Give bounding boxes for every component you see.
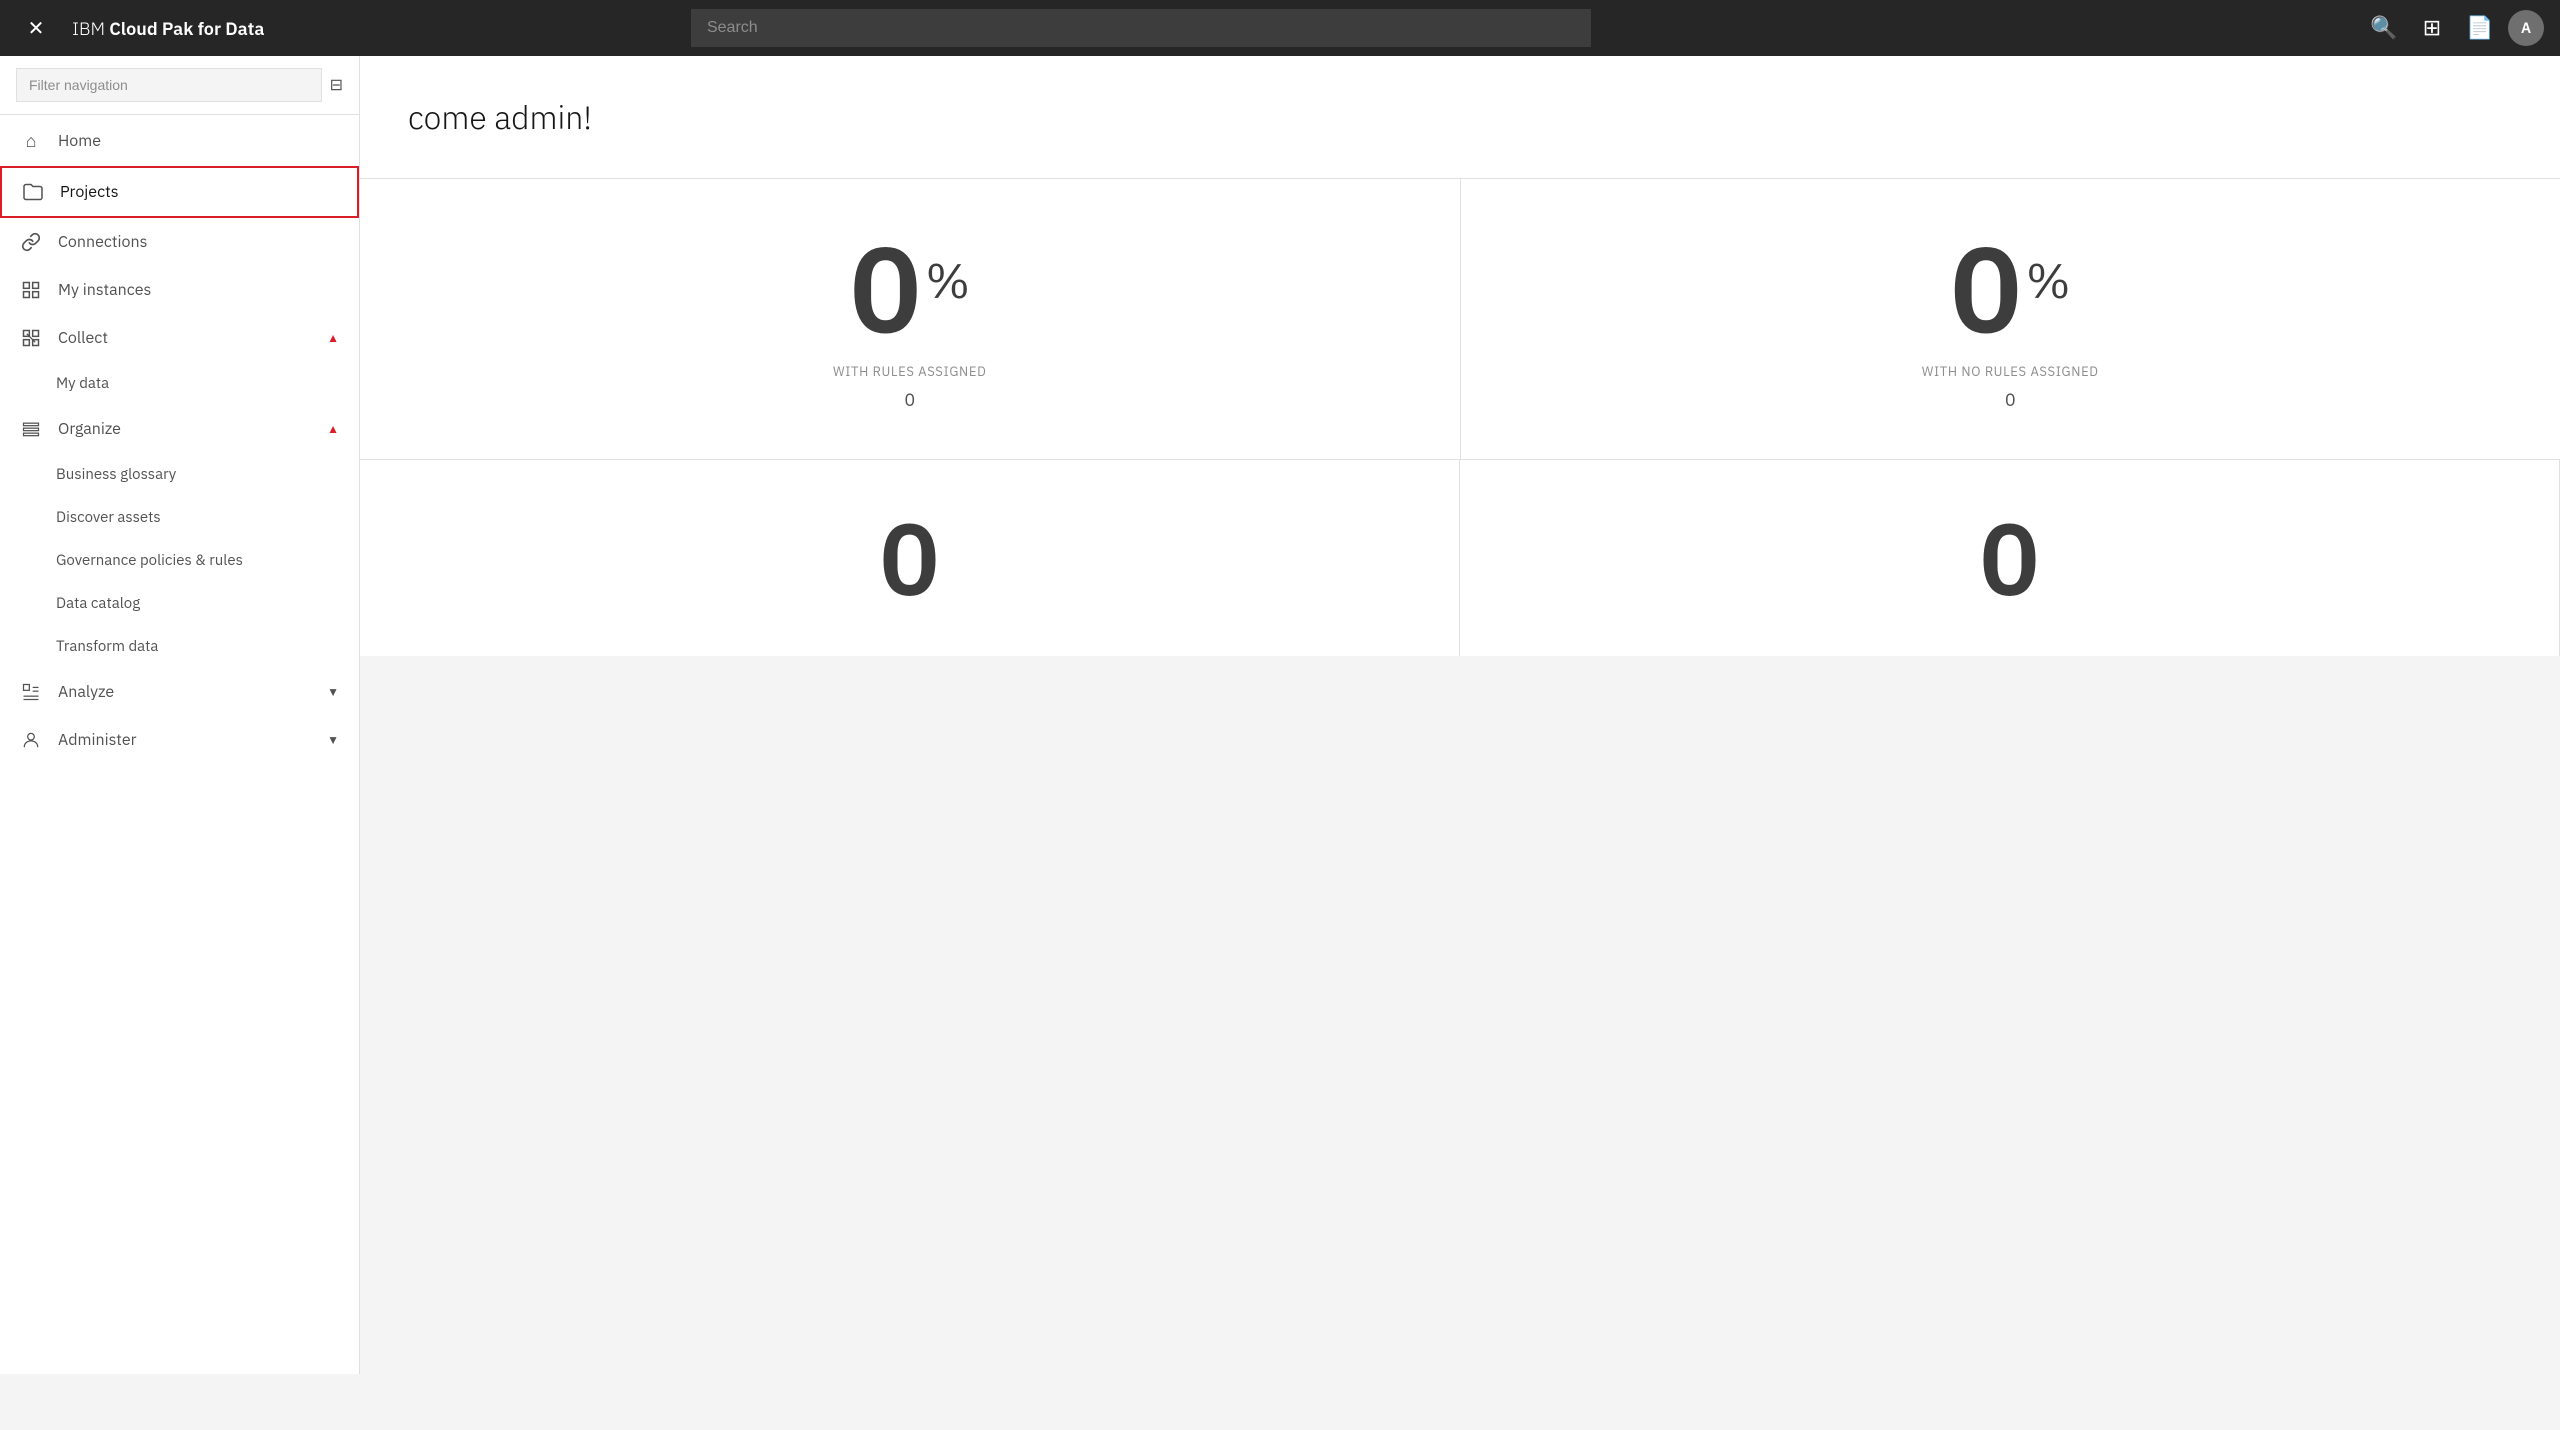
home-icon: ⌂: [20, 129, 42, 152]
sidebar-item-organize[interactable]: Organize ▲: [0, 405, 359, 453]
organize-icon: [20, 419, 42, 439]
folder-icon: [22, 183, 44, 201]
sidebar-item-discover-assets[interactable]: Discover assets: [0, 496, 359, 539]
collect-icon: [20, 328, 42, 348]
stat-with-rules-percent: %: [926, 257, 971, 305]
sidebar-item-analyze-label: Analyze: [58, 682, 114, 702]
stat-card-with-rules: 0 % WITH RULES ASSIGNED 0: [360, 179, 1461, 459]
stat-with-rules-number: 0 %: [850, 227, 971, 347]
stat-no-rules-count: 0: [2005, 388, 2016, 411]
close-icon: ✕: [28, 16, 45, 41]
stat-no-rules-number: 0 %: [1950, 227, 2071, 347]
sidebar-item-transform-data[interactable]: Transform data: [0, 625, 359, 668]
avatar[interactable]: A: [2508, 10, 2544, 46]
organize-chevron: ▲: [327, 422, 339, 437]
sidebar-item-business-glossary[interactable]: Business glossary: [0, 453, 359, 496]
grid-icon: [20, 280, 42, 300]
link-icon: [20, 232, 42, 252]
sidebar-item-administer[interactable]: Administer ▼: [0, 716, 359, 764]
welcome-banner: come admin!: [360, 56, 2560, 179]
sidebar-item-projects-label: Projects: [60, 182, 119, 202]
sidebar-item-collect-label: Collect: [58, 328, 108, 348]
stat-4-number: 0: [1980, 508, 2040, 608]
stat-with-rules-label: WITH RULES ASSIGNED: [833, 363, 986, 380]
search-icon: 🔍: [2370, 15, 2397, 41]
sidebar-item-my-instances-label: My instances: [58, 280, 151, 300]
sidebar-filter-container: ⊟: [0, 56, 359, 115]
stat-with-rules-count: 0: [904, 388, 915, 411]
docs-button[interactable]: 📄: [2460, 8, 2500, 48]
stats-row-1: 0 % WITH RULES ASSIGNED 0 0 % WITH NO RU…: [360, 179, 2560, 460]
administer-chevron: ▼: [327, 733, 339, 748]
stat-3-number: 0: [880, 508, 940, 608]
topnav-icons: 🔍 ⊞ 📄 A: [2364, 8, 2544, 48]
search-container: [691, 9, 1591, 47]
search-button[interactable]: 🔍: [2364, 8, 2404, 48]
sidebar-item-data-catalog[interactable]: Data catalog: [0, 582, 359, 625]
stat-card-4: 0: [1460, 460, 2560, 656]
sidebar-item-collect[interactable]: Collect ▲: [0, 314, 359, 362]
sidebar-item-connections-label: Connections: [58, 232, 147, 252]
sidebar-item-my-data-label: My data: [56, 374, 109, 393]
sidebar-item-data-catalog-label: Data catalog: [56, 594, 140, 613]
sidebar-item-my-data[interactable]: My data: [0, 362, 359, 405]
collect-chevron: ▲: [327, 331, 339, 346]
sidebar-item-discover-assets-label: Discover assets: [56, 508, 161, 527]
administer-icon: [20, 730, 42, 750]
sidebar-item-home[interactable]: ⌂ Home: [0, 115, 359, 166]
sidebar-item-governance-policies[interactable]: Governance policies & rules: [0, 539, 359, 582]
sidebar: ⊟ ⌂ Home Projects Connections: [0, 56, 360, 1374]
sidebar-item-administer-label: Administer: [58, 730, 136, 750]
sidebar-item-governance-policies-label: Governance policies & rules: [56, 551, 243, 570]
sidebar-item-connections[interactable]: Connections: [0, 218, 359, 266]
sidebar-item-home-label: Home: [58, 131, 101, 151]
analyze-icon: [20, 682, 42, 702]
main-layout: ⊟ ⌂ Home Projects Connections: [0, 56, 2560, 1374]
search-input[interactable]: [691, 9, 1591, 47]
apps-button[interactable]: ⊞: [2412, 8, 2452, 48]
sidebar-item-transform-data-label: Transform data: [56, 637, 158, 656]
welcome-text: come admin!: [408, 96, 592, 138]
analyze-chevron: ▼: [327, 685, 339, 700]
filter-input[interactable]: [16, 68, 322, 102]
sidebar-item-business-glossary-label: Business glossary: [56, 465, 176, 484]
collapse-icon[interactable]: ⊟: [330, 75, 343, 95]
stat-card-no-rules: 0 % WITH NO RULES ASSIGNED 0: [1461, 179, 2560, 459]
app-brand: IBM Cloud Pak for Data: [72, 17, 264, 40]
docs-icon: 📄: [2466, 15, 2493, 41]
sidebar-item-projects[interactable]: Projects: [0, 166, 359, 218]
close-button[interactable]: ✕: [16, 8, 56, 48]
sidebar-item-analyze[interactable]: Analyze ▼: [0, 668, 359, 716]
sidebar-item-my-instances[interactable]: My instances: [0, 266, 359, 314]
sidebar-item-organize-label: Organize: [58, 419, 121, 439]
apps-icon: ⊞: [2423, 15, 2441, 41]
stats-row-2: 0 0: [360, 460, 2560, 656]
stat-no-rules-label: WITH NO RULES ASSIGNED: [1922, 363, 2099, 380]
main-content: come admin! 0 % WITH RULES ASSIGNED 0 0 …: [360, 56, 2560, 1374]
top-navigation: ✕ IBM Cloud Pak for Data 🔍 ⊞ 📄 A: [0, 0, 2560, 56]
stat-no-rules-percent: %: [2026, 257, 2071, 305]
stat-card-3: 0: [360, 460, 1460, 656]
